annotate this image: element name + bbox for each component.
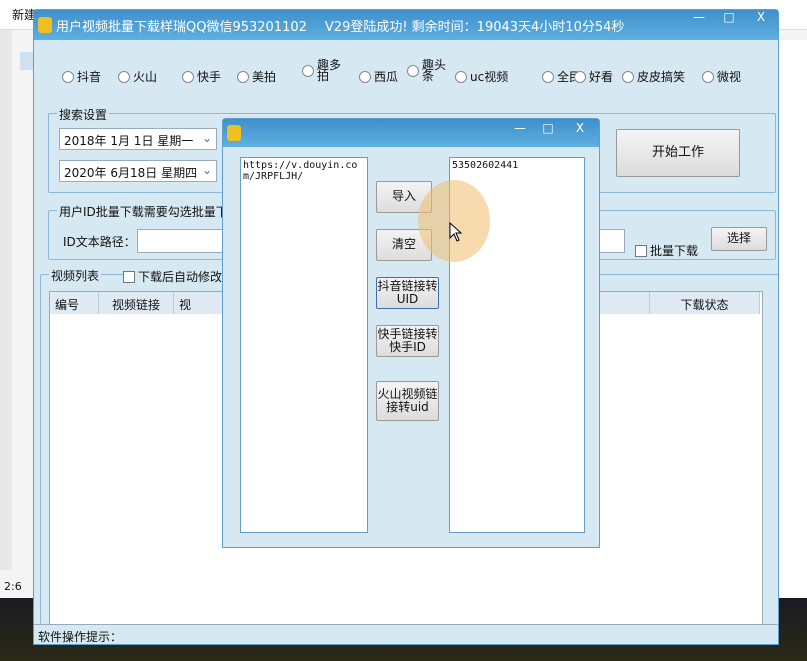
- close-button[interactable]: X: [746, 10, 776, 28]
- douyin-to-uid-button[interactable]: 抖音链接转UID: [376, 277, 439, 309]
- radio-qutoutiao[interactable]: 趣头条: [407, 59, 455, 82]
- link-convert-dialog: — □ X https://v.douyin.com/JRPFLJH/ 5350…: [222, 118, 600, 548]
- video-list-label: 视频列表: [49, 267, 102, 284]
- radio-uc[interactable]: uc视频: [455, 68, 508, 85]
- start-date-picker[interactable]: 2018年 1月 1日 星期一 ⌄: [59, 128, 217, 150]
- window-title: 用户视频批量下载样瑞QQ微信953201102: [56, 19, 307, 35]
- status-bar: 软件操作提示：: [34, 624, 778, 644]
- title-bar: 用户视频批量下载样瑞QQ微信953201102 V29登陆成功! 剩余时间：19…: [34, 10, 778, 40]
- radio-xigua[interactable]: 西瓜: [359, 68, 398, 85]
- cursor-highlight: [418, 180, 490, 262]
- radio-huoshan[interactable]: 火山: [118, 68, 157, 85]
- app-icon: [38, 17, 52, 33]
- radio-weishi[interactable]: 微视: [702, 68, 741, 85]
- line-col-indicator: 2:6: [4, 580, 22, 593]
- kuaishou-to-id-button[interactable]: 快手链接转快手ID: [376, 325, 439, 357]
- column-header-status[interactable]: 下载状态: [650, 292, 760, 314]
- chevron-down-icon: ⌄: [201, 131, 212, 145]
- app-icon: [227, 125, 241, 141]
- dialog-close-button[interactable]: X: [565, 121, 595, 139]
- choose-button[interactable]: 选择: [711, 227, 767, 251]
- dialog-maximize-button[interactable]: □: [533, 121, 563, 139]
- status-hint: 软件操作提示：: [38, 630, 123, 644]
- search-settings-label: 搜索设置: [57, 106, 110, 123]
- mouse-cursor-icon: [449, 222, 463, 242]
- minimize-button[interactable]: —: [684, 10, 714, 28]
- column-header-link[interactable]: 视频链接: [99, 292, 174, 314]
- start-work-button[interactable]: 开始工作: [616, 129, 740, 177]
- huoshan-to-uid-button[interactable]: 火山视频链接转uid: [376, 381, 439, 421]
- radio-kuaishou[interactable]: 快手: [182, 68, 221, 85]
- radio-pipi[interactable]: 皮皮搞笑: [622, 68, 685, 85]
- link-input-textarea[interactable]: https://v.douyin.com/JRPFLJH/: [240, 157, 368, 533]
- batch-label: 用户ID批量下载需要勾选批量下: [57, 203, 230, 220]
- login-status: V29登陆成功! 剩余时间：19043天4小时10分54秒: [324, 19, 625, 35]
- maximize-button[interactable]: □: [714, 10, 744, 28]
- platform-radio-group: 抖音 火山 快手 美拍 趣多拍 西瓜 趣头条 uc视频 全民 好看 皮皮搞笑 微…: [62, 59, 778, 98]
- column-header-id[interactable]: 编号: [50, 292, 99, 314]
- background-panel: [0, 30, 12, 570]
- radio-haokan[interactable]: 好看: [574, 68, 613, 85]
- dialog-minimize-button[interactable]: —: [505, 121, 535, 139]
- auto-rename-checkbox[interactable]: 下载后自动修改: [123, 268, 226, 285]
- radio-douyin[interactable]: 抖音: [62, 68, 101, 85]
- radio-quduopai[interactable]: 趣多拍: [302, 59, 350, 82]
- batch-download-checkbox[interactable]: 批量下载: [635, 242, 698, 259]
- radio-meipai[interactable]: 美拍: [237, 68, 276, 85]
- end-date-picker[interactable]: 2020年 6月18日 星期四 ⌄: [59, 160, 217, 182]
- chevron-down-icon: ⌄: [201, 163, 212, 177]
- background-page: [779, 40, 807, 600]
- path-label: ID文本路径：: [63, 235, 136, 249]
- dialog-title-bar: — □ X: [223, 119, 599, 147]
